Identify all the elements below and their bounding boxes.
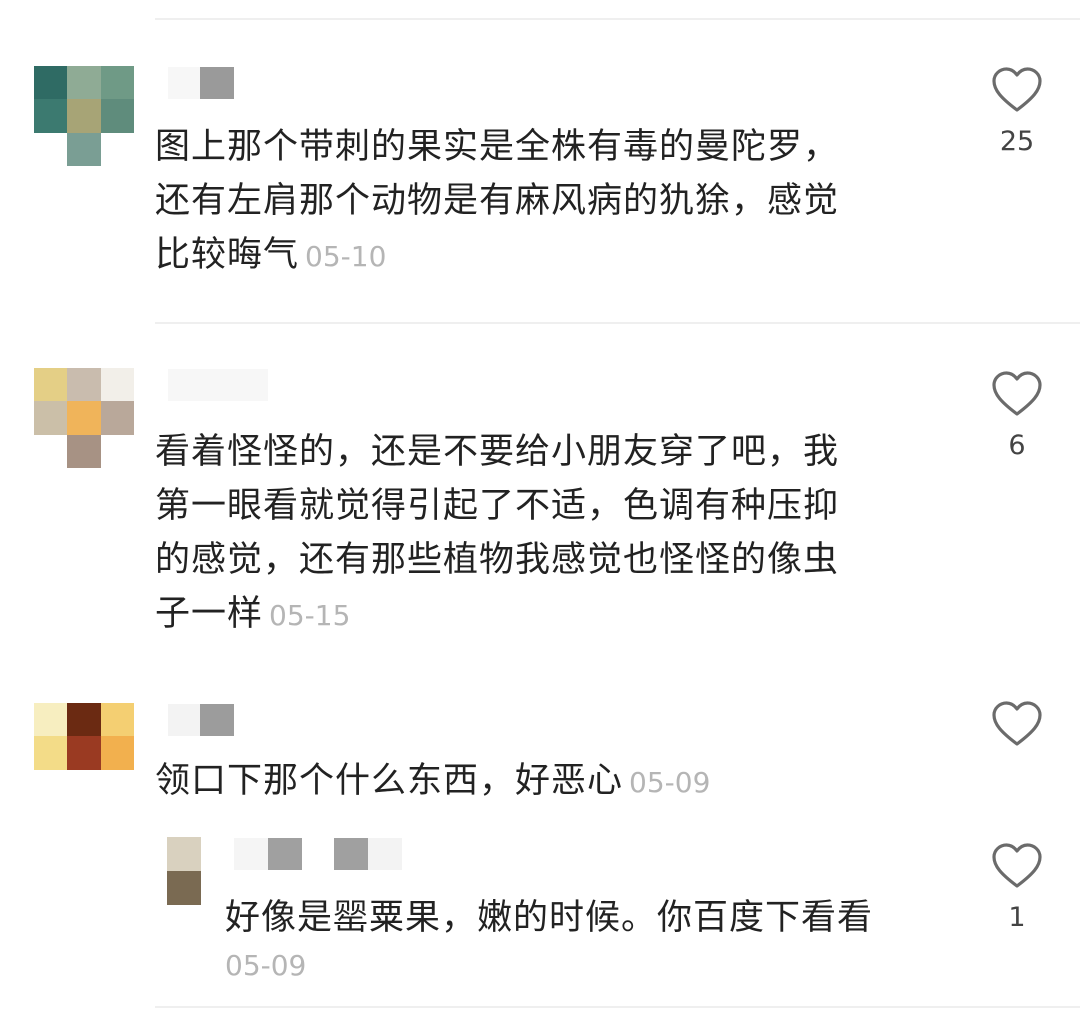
divider [155, 18, 1080, 20]
comment-date: 05-09 [629, 766, 711, 799]
reply-text: 好像是罂粟果，嫩的时候。你百度下看看 [225, 891, 945, 945]
heart-outline-icon [992, 67, 1042, 112]
username-masked[interactable] [168, 66, 234, 100]
comment-text: 领口下那个什么东西，好恶心 05-09 [155, 754, 935, 810]
avatar[interactable] [34, 703, 134, 803]
like-count: 25 [999, 126, 1035, 157]
username-masked[interactable] [168, 703, 234, 737]
username-masked[interactable] [168, 368, 268, 402]
comment-date: 05-10 [305, 240, 387, 273]
reply-username-masked[interactable] [234, 837, 402, 871]
comment-text: 看着怪怪的，还是不要给小朋友穿了吧，我 第一眼看就觉得引起了不适，色调有种压抑 … [155, 425, 935, 643]
heart-outline-icon [992, 843, 1042, 888]
divider [155, 1006, 1080, 1008]
like-count: 6 [1008, 430, 1026, 461]
comment-body: 图上那个带刺的果实是全株有毒的曼陀罗， 还有左肩那个动物是有麻风病的犰狳，感觉 … [155, 127, 840, 275]
comment-date: 05-15 [269, 599, 351, 632]
comment-body: 看着怪怪的，还是不要给小朋友穿了吧，我 第一眼看就觉得引起了不适，色调有种压抑 … [155, 432, 840, 634]
reply-like-button[interactable]: 1 [977, 842, 1057, 933]
reply-avatar[interactable] [167, 837, 201, 905]
avatar[interactable] [34, 66, 134, 166]
comment-text: 图上那个带刺的果实是全株有毒的曼陀罗， 还有左肩那个动物是有麻风病的犰狳，感觉 … [155, 120, 935, 284]
reply-body: 好像是罂粟果，嫩的时候。你百度下看看 [225, 898, 874, 938]
like-button[interactable]: 6 [977, 370, 1057, 461]
like-button[interactable]: 25 [977, 66, 1057, 157]
heart-outline-icon [992, 701, 1042, 746]
avatar[interactable] [34, 368, 134, 468]
like-button[interactable] [977, 700, 1057, 748]
divider [155, 322, 1080, 324]
comment-body: 领口下那个什么东西，好恶心 [155, 761, 624, 801]
heart-outline-icon [992, 371, 1042, 416]
reply-date: 05-09 [225, 949, 307, 982]
like-count: 1 [1008, 902, 1026, 933]
